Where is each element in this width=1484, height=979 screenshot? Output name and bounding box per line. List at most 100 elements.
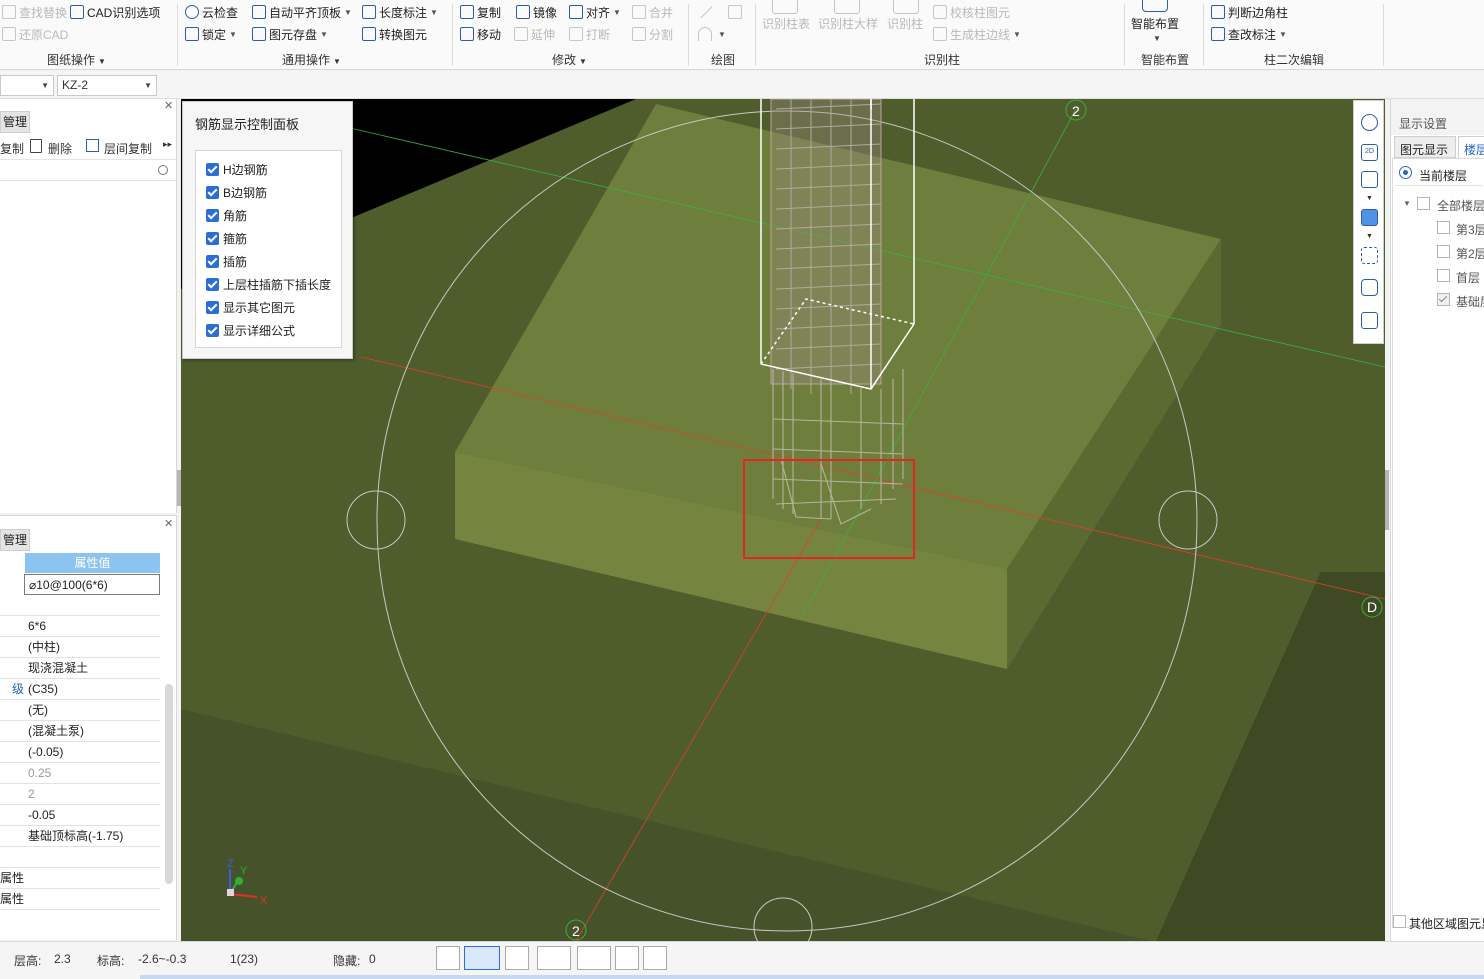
extend-button[interactable]: 延伸 <box>514 24 555 44</box>
close-icon[interactable]: ✕ <box>164 517 173 530</box>
rebar-option[interactable]: 显示其它图元 <box>206 298 295 316</box>
rebar-option[interactable]: H边钢筋 <box>206 160 268 178</box>
display-settings-icon[interactable] <box>1361 312 1378 329</box>
rebar-option[interactable]: 角筋 <box>206 206 247 224</box>
component-search-input[interactable] <box>0 161 176 181</box>
restore-cad-button[interactable]: 还原CAD <box>2 24 68 44</box>
property-scrollbar[interactable] <box>165 684 173 884</box>
property-row[interactable]: (混凝土泵) <box>0 721 160 742</box>
identify-column-table-button[interactable]: 识别柱表 <box>762 13 810 33</box>
identify-column-detail-button[interactable]: 识别柱大样 <box>818 13 878 33</box>
checkbox-checked-icon[interactable] <box>206 231 219 245</box>
floor-checkbox[interactable] <box>1437 221 1450 234</box>
more-icon[interactable]: ▸▸ <box>163 139 172 150</box>
cad-options-button[interactable]: CAD识别选项 <box>70 2 160 22</box>
3d-viewport[interactable]: 2 D 2 Z Y X <box>181 99 1385 941</box>
checkbox-checked-icon[interactable] <box>206 185 219 199</box>
floor-checkbox[interactable] <box>1437 293 1450 306</box>
floor-checkbox[interactable] <box>1437 269 1450 282</box>
group-common-ops[interactable]: 通用操作 ▼ <box>282 51 341 68</box>
rebar-option[interactable]: B边钢筋 <box>206 183 267 201</box>
group-drawing-ops[interactable]: 图纸操作 ▼ <box>47 51 106 68</box>
view-2d-icon[interactable]: 2D <box>1361 144 1378 161</box>
other-region-checkbox[interactable] <box>1393 915 1406 928</box>
ortho-mode-button[interactable] <box>436 946 460 970</box>
cross-snap-button[interactable] <box>505 946 529 970</box>
checkbox-checked-icon[interactable] <box>206 162 219 176</box>
component-name-select[interactable]: KZ-2 ▼ <box>57 75 157 96</box>
snap-mode-button[interactable] <box>464 946 500 970</box>
dynamic-input-button[interactable] <box>615 946 639 970</box>
split-button[interactable]: 分割 <box>632 24 673 44</box>
check-column-button[interactable]: 校核柱图元 <box>933 2 1010 22</box>
draw-rect-button[interactable] <box>728 2 745 22</box>
tree-expand-icon[interactable]: ▼ <box>1403 199 1411 208</box>
current-floor-radio[interactable] <box>1399 166 1412 179</box>
mirror-button[interactable]: 镜像 <box>516 2 557 22</box>
property-row[interactable]: (-0.05) <box>0 742 160 763</box>
orbit-view-icon[interactable] <box>1361 114 1378 131</box>
property-row[interactable]: 0.25 <box>0 763 160 784</box>
left-panel-grip[interactable] <box>177 470 181 506</box>
right-panel-grip[interactable] <box>1385 470 1389 530</box>
zoom-extents-icon[interactable] <box>1361 247 1378 264</box>
length-dim-button[interactable]: 长度标注 ▼ <box>362 2 438 22</box>
tab-property-manage[interactable]: 管理 <box>0 529 31 551</box>
view-3d-wire-icon[interactable] <box>1361 171 1378 188</box>
all-floors-checkbox[interactable] <box>1417 197 1430 210</box>
chevron-down-icon[interactable]: ▼ <box>1366 195 1373 202</box>
draw-arc-button[interactable]: ▼ <box>698 24 726 44</box>
property-row[interactable]: 现浇混凝土 <box>0 658 160 679</box>
element-save-button[interactable]: 图元存盘 ▼ <box>252 24 328 44</box>
group-modify[interactable]: 修改 ▼ <box>552 51 587 68</box>
property-row[interactable]: -0.05 <box>0 805 160 826</box>
rebar-option[interactable]: 上层柱插筋下插长度 <box>206 275 331 293</box>
check-annotation-button[interactable]: 查改标注 ▼ <box>1211 24 1287 44</box>
chevron-down-icon[interactable]: ▼ <box>1366 233 1373 240</box>
checkbox-checked-icon[interactable] <box>206 208 219 222</box>
view-3d-solid-icon[interactable] <box>1361 209 1378 226</box>
align-button[interactable]: 对齐 ▼ <box>569 2 621 22</box>
element-type-select[interactable]: ▼ <box>0 75 54 96</box>
convert-element-button[interactable]: 转换图元 <box>362 24 427 44</box>
property-row[interactable]: 基础顶标高(-1.75) <box>0 826 160 847</box>
delete-button[interactable]: 删除 <box>48 140 72 157</box>
floor-checkbox[interactable] <box>1437 245 1450 258</box>
auto-flush-top-button[interactable]: 自动平齐顶板 ▼ <box>252 2 352 22</box>
cloud-check-button[interactable]: 云检查 <box>185 2 238 22</box>
rebar-option[interactable]: 显示详细公式 <box>206 321 295 339</box>
property-row[interactable]: (中柱) <box>0 637 160 658</box>
element-cube-icon[interactable] <box>1361 279 1378 296</box>
identify-column-button[interactable]: 识别柱 <box>887 13 923 33</box>
copy-component-button[interactable]: 复制 <box>0 140 24 157</box>
copy-button[interactable]: 复制 <box>460 2 501 22</box>
tab-floor[interactable]: 楼层 <box>1458 136 1484 158</box>
checkbox-checked-icon[interactable] <box>206 323 219 337</box>
checkbox-checked-icon[interactable] <box>206 300 219 314</box>
tab-component-manage[interactable]: 管理 <box>0 111 31 133</box>
close-icon[interactable]: ✕ <box>164 99 173 112</box>
property-row[interactable]: 属性 <box>0 889 160 910</box>
floor-copy-button[interactable]: 层间复制 <box>104 140 152 157</box>
property-row[interactable]: ⌀10@100(6*6) <box>24 574 160 595</box>
property-row[interactable]: 属性 <box>0 868 160 889</box>
checkbox-checked-icon[interactable] <box>206 277 219 291</box>
smart-layout-button[interactable]: 智能布置 <box>1131 13 1179 33</box>
judge-corner-column-button[interactable]: 判断边角柱 <box>1211 2 1288 22</box>
gen-column-edge-button[interactable]: 生成柱边线 ▼ <box>933 24 1021 44</box>
property-row[interactable]: 2 <box>0 784 160 805</box>
move-button[interactable]: 移动 <box>460 24 501 44</box>
draw-line-button[interactable] <box>698 2 723 29</box>
offset-button[interactable] <box>577 946 611 970</box>
property-row[interactable]: 6*6 <box>0 616 160 637</box>
property-row[interactable]: (无) <box>0 700 160 721</box>
arc-mode-button[interactable] <box>643 946 667 970</box>
property-row[interactable] <box>0 847 160 868</box>
property-row[interactable] <box>0 595 160 616</box>
merge-button[interactable]: 合并 <box>632 2 673 22</box>
angle-snap-button[interactable] <box>537 946 571 970</box>
panel-splitter[interactable] <box>166 479 175 507</box>
checkbox-checked-icon[interactable] <box>206 254 219 268</box>
lock-button[interactable]: 锁定 ▼ <box>185 24 237 44</box>
tab-element-display[interactable]: 图元显示 <box>1394 136 1456 158</box>
